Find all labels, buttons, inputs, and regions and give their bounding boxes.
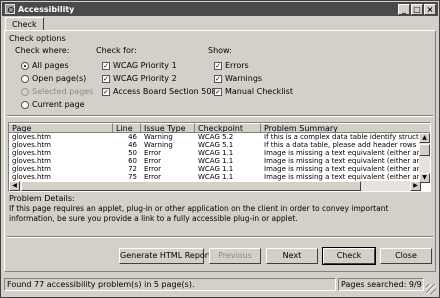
table-cell: WCAG 1.1 <box>198 173 234 181</box>
app-icon <box>5 4 15 14</box>
tab-check[interactable]: Check <box>5 17 44 31</box>
table-cell: Error <box>144 165 162 173</box>
column-header-page[interactable]: Page <box>9 123 113 133</box>
radio-selected-pages: Selected pages <box>21 86 93 97</box>
table-cell: gloves.htm <box>12 141 51 149</box>
divider <box>7 115 433 117</box>
table-cell: Error <box>144 157 162 165</box>
close-window-button[interactable]: × <box>424 3 436 15</box>
table-cell: Error <box>144 149 162 157</box>
table-cell: Warning <box>144 133 173 141</box>
scroll-left-icon[interactable]: ◀ <box>9 181 20 191</box>
table-cell: WCAG 1.1 <box>198 149 234 157</box>
table-cell: WCAG 1.1 <box>198 157 234 165</box>
checkbox-wcag-priority-2[interactable]: ✓ WCAG Priority 2 <box>102 73 177 84</box>
check-for-label: Check for: <box>96 46 137 55</box>
maximize-button[interactable]: □ <box>411 3 423 15</box>
table-body: gloves.htm 46 Warning WCAG 5.2 If this is a … <box>9 133 421 183</box>
table-cell: gloves.htm <box>12 133 51 141</box>
horizontal-scroll-thumb[interactable] <box>21 181 361 191</box>
radio-indicator <box>21 74 29 83</box>
table-cell: gloves.htm <box>12 149 51 157</box>
table-cell: 46 <box>128 133 137 141</box>
show-label: Show: <box>208 46 232 55</box>
checkbox-manual-checklist[interactable]: ✓ Manual Checklist <box>214 86 293 97</box>
column-header-checkpoint[interactable]: Checkpoint <box>195 123 261 133</box>
table-header: Page Line Issue Type Checkpoint Problem … <box>9 123 430 133</box>
table-cell: 60 <box>128 157 137 165</box>
radio-indicator <box>21 87 29 96</box>
table-cell: WCAG 5.2 <box>198 133 234 141</box>
radio-current-page[interactable]: Current page <box>21 99 85 110</box>
table-row[interactable]: gloves.htm 46 Warning WCAG 5.2 If this is a … <box>9 133 421 141</box>
table-row[interactable]: gloves.htm 60 Error WCAG 1.1 Image is missin… <box>9 157 421 165</box>
table-cell: Warning <box>144 141 173 149</box>
table-row[interactable]: gloves.htm 72 Error WCAG 1.1 Image is missin… <box>9 165 421 173</box>
problem-details-text: If this page requires an applet, plug-in… <box>9 204 389 223</box>
accessibility-window: Accessibility _ □ × Check Check options … <box>0 0 440 298</box>
radio-indicator <box>21 61 29 70</box>
divider <box>7 236 433 238</box>
results-table[interactable]: Page Line Issue Type Checkpoint Problem … <box>8 122 431 192</box>
close-button[interactable]: Close <box>380 248 432 264</box>
table-cell: gloves.htm <box>12 173 51 181</box>
problem-details-label: Problem Details: <box>9 194 75 203</box>
status-summary: Found 77 accessibility problem(s) in 5 p… <box>4 278 336 291</box>
checkbox-section-508[interactable]: ✓ Access Board Section 508 <box>102 86 217 97</box>
table-cell: Image is missing a text equivalent (eith… <box>264 173 421 181</box>
table-row[interactable]: gloves.htm 75 Error WCAG 1.1 Image is missin… <box>9 173 421 181</box>
table-cell: Image is missing a text equivalent (eith… <box>264 165 421 173</box>
table-cell: WCAG 5.1 <box>198 141 234 149</box>
checkbox-errors[interactable]: ✓ Errors <box>214 60 249 71</box>
table-row[interactable]: gloves.htm 46 Warning WCAG 5.1 If this a dat… <box>9 141 421 149</box>
vertical-scrollbar[interactable]: ▲ ▼ <box>419 133 430 183</box>
checkmark-icon: ✓ <box>102 61 110 70</box>
status-bar: Found 77 accessibility problem(s) in 5 p… <box>2 274 438 296</box>
table-cell: 72 <box>128 165 137 173</box>
scroll-up-icon[interactable]: ▲ <box>419 133 430 143</box>
checkmark-icon: ✓ <box>214 61 222 70</box>
vertical-scroll-thumb[interactable] <box>419 144 430 156</box>
radio-open-pages[interactable]: Open page(s) <box>21 73 86 84</box>
table-cell: Image is missing a text equivalent (eith… <box>264 157 421 165</box>
radio-all-pages[interactable]: All pages <box>21 60 69 71</box>
checkbox-warnings[interactable]: ✓ Warnings <box>214 73 262 84</box>
column-header-issue-type[interactable]: Issue Type <box>141 123 195 133</box>
table-cell: If this is a complex data table identify… <box>264 133 421 141</box>
table-cell: 75 <box>128 173 137 181</box>
checkmark-icon: ✓ <box>102 87 110 96</box>
title-bar[interactable]: Accessibility _ □ × <box>2 2 438 16</box>
table-cell: gloves.htm <box>12 157 51 165</box>
table-cell: gloves.htm <box>12 165 51 173</box>
tab-strip: Check <box>5 17 44 31</box>
checkmark-icon: ✓ <box>102 74 110 83</box>
table-cell: If this a data table, please add header … <box>264 141 421 149</box>
status-pages-searched: Pages searched: 9/9 <box>338 278 424 291</box>
horizontal-scrollbar[interactable]: ◀ ▶ <box>9 181 421 191</box>
table-cell: 46 <box>128 141 137 149</box>
resize-grip-icon[interactable] <box>426 284 436 294</box>
column-header-line[interactable]: Line <box>113 123 141 133</box>
table-cell: Error <box>144 173 162 181</box>
checkbox-wcag-priority-1[interactable]: ✓ WCAG Priority 1 <box>102 60 177 71</box>
checkmark-icon: ✓ <box>214 74 222 83</box>
check-options-label: Check options <box>9 34 66 43</box>
table-row[interactable]: gloves.htm 50 Error WCAG 1.1 Image is missin… <box>9 149 421 157</box>
table-cell: 50 <box>128 149 137 157</box>
minimize-button[interactable]: _ <box>398 3 410 15</box>
check-button[interactable]: Check <box>322 247 376 265</box>
generate-html-report-button[interactable]: Generate HTML Report <box>119 248 211 264</box>
radio-indicator <box>21 100 29 109</box>
table-cell: WCAG 1.1 <box>198 165 234 173</box>
scroll-right-icon[interactable]: ▶ <box>410 181 421 191</box>
table-cell: Image is missing a text equivalent (eith… <box>264 149 421 157</box>
previous-button: Previous <box>209 248 261 264</box>
column-header-problem-summary[interactable]: Problem Summary <box>261 123 430 133</box>
next-button[interactable]: Next <box>266 248 318 264</box>
window-title: Accessibility <box>18 4 75 14</box>
checkmark-icon: ✓ <box>214 87 222 96</box>
check-where-label: Check where: <box>15 46 70 55</box>
